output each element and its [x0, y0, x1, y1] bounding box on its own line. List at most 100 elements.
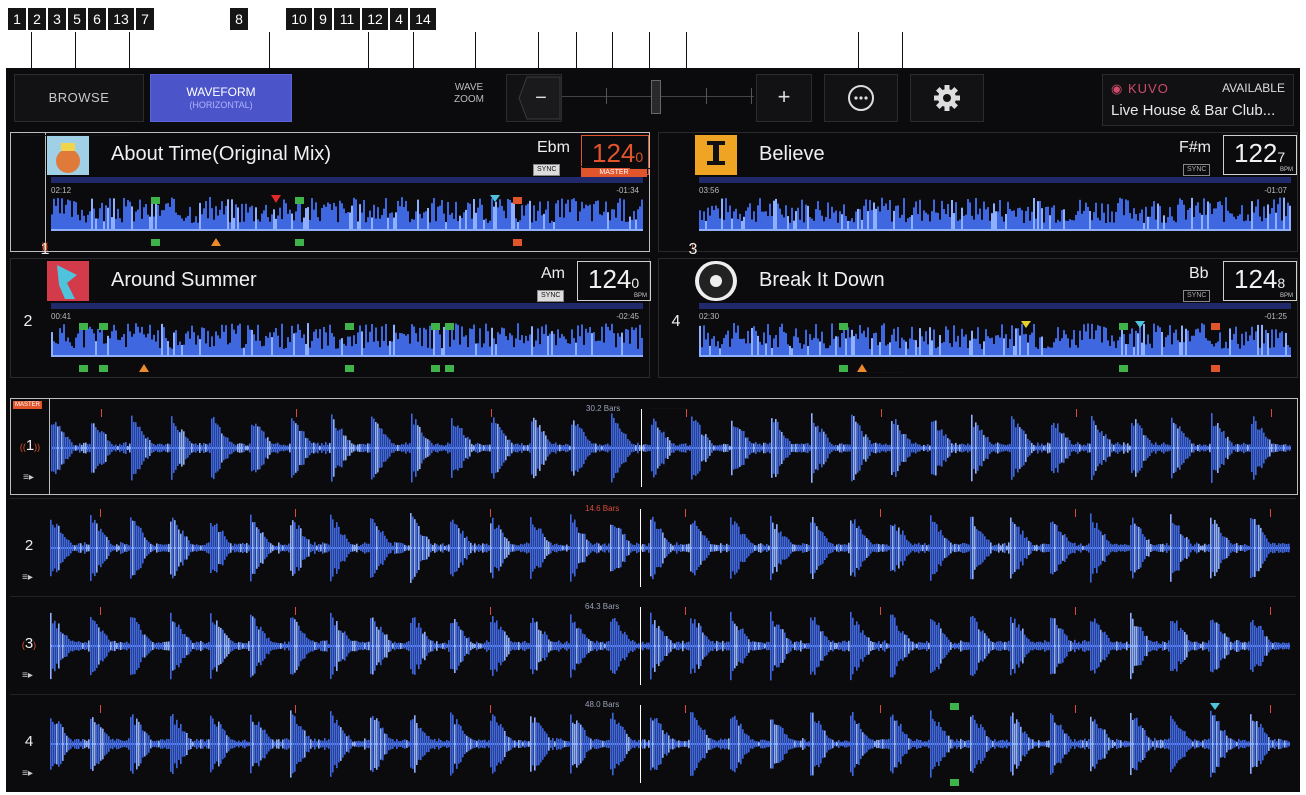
- hot-cue-marker[interactable]: [1119, 323, 1128, 330]
- kuvo-logo: ◉ KUVO: [1111, 81, 1169, 96]
- hot-cue-marker[interactable]: [839, 365, 848, 372]
- bpm-display: 1240 BPM: [577, 261, 651, 301]
- callout-13: 13: [108, 8, 134, 30]
- deck-number-2: 2: [23, 313, 33, 330]
- album-art: [47, 261, 89, 301]
- hot-cue-marker[interactable]: [431, 365, 440, 372]
- overview-waveform: [51, 197, 643, 231]
- browse-button[interactable]: BROWSE: [14, 74, 144, 122]
- deck-panel-1[interactable]: ((1)) About Time(Original Mix) Ebm SYNC …: [10, 132, 650, 258]
- zoom-tick: [751, 88, 752, 104]
- track-key: F#m: [1179, 139, 1211, 156]
- hot-cue-marker[interactable]: [295, 239, 304, 246]
- callout-9: 9: [314, 8, 332, 30]
- enlarged-waveform: [51, 409, 1291, 487]
- hot-cue-marker[interactable]: [431, 323, 440, 330]
- zoom-tick: [606, 88, 607, 104]
- overview-playbar: [51, 303, 643, 309]
- loop-marker: [857, 364, 867, 372]
- hot-cue-marker[interactable]: [1119, 365, 1128, 372]
- track-key: Am: [541, 265, 565, 282]
- waveform-row-4[interactable]: 4 ≡▸ 48.0 Bars: [10, 694, 1296, 790]
- hot-cue-marker[interactable]: [513, 197, 522, 204]
- deck-panel-3[interactable]: (3 Believe F#m SYNC 1227 BPM 03:56 -01:0…: [658, 132, 1298, 258]
- track-title: About Time(Original Mix): [111, 143, 332, 165]
- overview-playbar: [699, 303, 1291, 309]
- more-icon: [848, 85, 874, 111]
- sync-button[interactable]: SYNC: [533, 164, 561, 176]
- track-list-icon[interactable]: ≡▸: [22, 768, 33, 779]
- track-key: Ebm: [537, 139, 570, 156]
- track-title: Believe: [759, 143, 825, 165]
- settings-button[interactable]: [910, 74, 984, 122]
- callout-1: 1: [8, 8, 26, 30]
- sync-button[interactable]: SYNC: [1183, 164, 1211, 176]
- zoom-slider-thumb[interactable]: [651, 80, 661, 114]
- overview-waveform: [699, 197, 1291, 231]
- callout-8: 8: [230, 8, 248, 30]
- hot-cue-marker[interactable]: [445, 323, 454, 330]
- callout-11: 11: [334, 8, 360, 30]
- zoom-out-button[interactable]: −: [506, 74, 562, 122]
- sync-button[interactable]: SYNC: [1183, 290, 1211, 302]
- waveform-row-2[interactable]: 2 ≡▸ 14.6 Bars: [10, 498, 1296, 594]
- deck-number-3: (3: [688, 241, 698, 258]
- hot-cue-marker[interactable]: [445, 365, 454, 372]
- hot-cue-marker[interactable]: [1211, 365, 1220, 372]
- hot-cue-marker[interactable]: [345, 323, 354, 330]
- hot-cue-marker[interactable]: [79, 365, 88, 372]
- hot-cue-marker[interactable]: [839, 323, 848, 330]
- hot-cue-marker[interactable]: [151, 197, 160, 204]
- waveform-button[interactable]: WAVEFORM (HORIZONTAL): [150, 74, 292, 122]
- hot-cue-marker[interactable]: [513, 239, 522, 246]
- track-list-icon[interactable]: ≡▸: [22, 670, 33, 681]
- hot-cue-marker[interactable]: [950, 703, 959, 710]
- callout-14: 14: [410, 8, 436, 30]
- album-art: [47, 135, 89, 175]
- kuvo-status-panel[interactable]: ◉ KUVO AVAILABLE Live House & Bar Club..…: [1102, 74, 1294, 126]
- overview-playbar: [699, 177, 1291, 183]
- hot-cue-marker[interactable]: [79, 323, 88, 330]
- kuvo-venue: Live House & Bar Club...: [1111, 102, 1276, 119]
- hot-cue-marker[interactable]: [99, 365, 108, 372]
- bpm-display: 1248 BPM: [1223, 261, 1297, 301]
- master-badge[interactable]: MASTER: [581, 168, 647, 177]
- zoom-in-button[interactable]: +: [756, 74, 812, 122]
- leader-line: [630, 168, 650, 169]
- kuvo-status: AVAILABLE: [1222, 81, 1285, 95]
- waveform-row-3[interactable]: (3) ≡▸ 64.3 Bars: [10, 596, 1296, 692]
- hot-cue-marker[interactable]: [1211, 323, 1220, 330]
- track-title: Break It Down: [759, 269, 885, 291]
- waveform-row-1[interactable]: MASTER ((1)) ≡▸ 30.2 Bars: [10, 398, 1298, 495]
- callout-4: 4: [390, 8, 408, 30]
- deck-number-4: 4: [671, 313, 681, 330]
- overview-waveform: [699, 323, 1291, 357]
- track-list-icon[interactable]: ≡▸: [23, 472, 34, 483]
- row-number-1: MASTER ((1)) ≡▸: [11, 399, 50, 494]
- hot-cue-marker[interactable]: [950, 779, 959, 786]
- loop-marker: [211, 238, 221, 246]
- hot-cue-marker[interactable]: [151, 239, 160, 246]
- leader-line: [650, 408, 686, 409]
- wave-zoom-label: WAVE ZOOM: [454, 82, 484, 105]
- row-number-3: (3) ≡▸: [21, 635, 37, 681]
- row-number-4: 4 ≡▸: [22, 733, 34, 779]
- zoom-tick: [706, 88, 707, 104]
- callout-5: 5: [68, 8, 86, 30]
- hot-cue-marker[interactable]: [345, 365, 354, 372]
- deck-panel-2[interactable]: 2 Around Summer Am SYNC 1240 BPM 00:41 -…: [10, 258, 651, 378]
- sync-button[interactable]: SYNC: [537, 290, 565, 302]
- hot-cue-marker[interactable]: [295, 197, 304, 204]
- hot-cue-marker[interactable]: [99, 323, 108, 330]
- row-number-2: 2 ≡▸: [22, 537, 34, 583]
- album-art: [695, 261, 737, 301]
- zoom-out-shape: −: [518, 76, 561, 120]
- waveform-button-sublabel: (HORIZONTAL): [189, 100, 253, 110]
- loop-marker: [139, 364, 149, 372]
- more-options-button[interactable]: [824, 74, 898, 122]
- deck-panel-4[interactable]: 4 Break It Down Bb SYNC 1248 BPM 02:30 -…: [658, 258, 1298, 378]
- track-title: Around Summer: [111, 269, 257, 291]
- track-list-icon[interactable]: ≡▸: [22, 572, 33, 583]
- callout-12: 12: [362, 8, 388, 30]
- master-badge: MASTER: [13, 401, 43, 409]
